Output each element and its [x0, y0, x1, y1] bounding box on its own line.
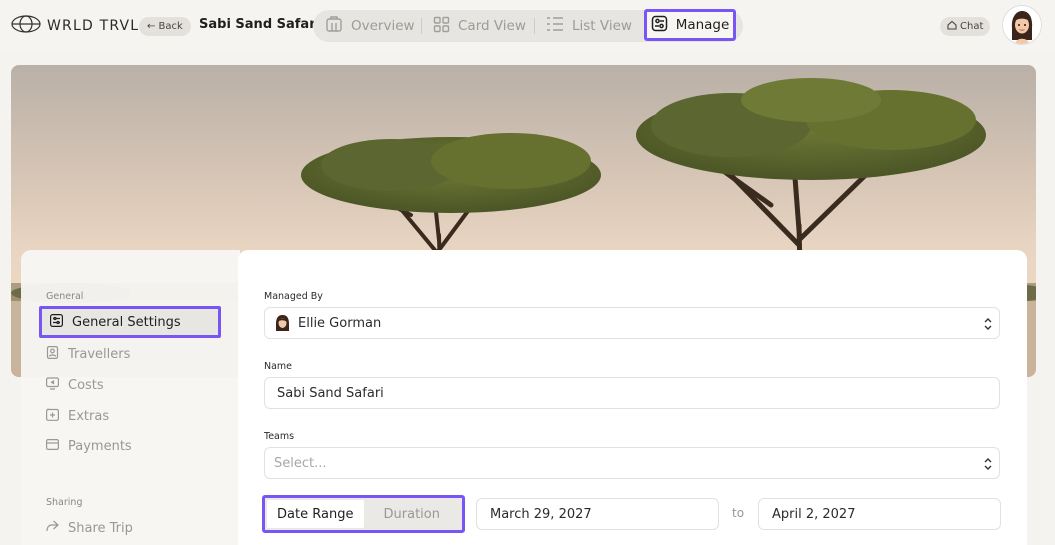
end-date-input[interactable]: April 2, 2027 [758, 498, 1001, 530]
sidebar-item-label: Share Trip [68, 520, 133, 536]
plus-box-icon [46, 408, 60, 425]
chevron-up-down-icon [983, 457, 993, 475]
sidebar-item-general-settings[interactable]: General Settings [39, 306, 221, 338]
building-icon [325, 15, 343, 37]
managed-by-select[interactable]: Ellie Gorman [264, 307, 1000, 339]
tab-card-view[interactable]: Card View [433, 10, 526, 42]
managed-by-value: Ellie Gorman [298, 315, 382, 331]
tab-card-view-label: Card View [458, 18, 526, 34]
sidebar-item-label: Costs [68, 378, 104, 393]
start-date-input[interactable]: March 29, 2027 [476, 498, 719, 530]
credit-card-icon [46, 439, 60, 454]
chevron-up-down-icon [983, 317, 993, 335]
end-date-value: April 2, 2027 [772, 506, 856, 522]
sidebar-item-label: Payments [68, 439, 132, 454]
sidebar-item-label: Travellers [68, 347, 131, 362]
top-bar: WRLD TRVL ← Back Sabi Sand Safari Overvi… [0, 0, 1055, 54]
sidebar-item-label: General Settings [72, 314, 181, 330]
logo[interactable]: WRLD TRVL [11, 15, 139, 37]
teams-select[interactable]: Select... [264, 447, 1000, 479]
sidebar-section-general: General [46, 291, 84, 302]
name-label: Name [264, 361, 293, 372]
date-range-option[interactable]: Date Range [267, 500, 364, 528]
nav-divider [421, 18, 422, 34]
home-chat-icon [947, 20, 957, 33]
name-value: Sabi Sand Safari [277, 385, 384, 401]
chat-button-label: Chat [960, 21, 984, 32]
trip-title: Sabi Sand Safari [199, 17, 321, 32]
general-settings-form: Managed By Ellie Gorman Name Sabi Sand S… [238, 250, 1027, 545]
back-button[interactable]: ← Back [139, 17, 191, 36]
user-avatar[interactable] [1003, 6, 1041, 44]
tab-overview[interactable]: Overview [325, 10, 415, 42]
duration-option[interactable]: Duration [364, 500, 461, 528]
teams-label: Teams [264, 431, 295, 442]
monitor-icon [46, 377, 60, 394]
sidebar-section-sharing: Sharing [46, 497, 83, 508]
list-icon [546, 16, 564, 36]
date-separator: to [732, 506, 745, 520]
settings-sidebar: General General Settings Travellers Cost… [21, 250, 240, 545]
tab-list-view-label: List View [572, 18, 632, 34]
start-date-value: March 29, 2027 [490, 506, 592, 522]
tab-overview-label: Overview [351, 18, 415, 34]
globe-icon [11, 15, 41, 37]
managed-by-label: Managed By [264, 291, 323, 302]
manage-icon [651, 15, 668, 36]
sidebar-item-costs[interactable]: Costs [46, 377, 104, 394]
tab-list-view[interactable]: List View [546, 10, 632, 42]
view-nav: Overview Card View List View Manage [313, 9, 743, 42]
sidebar-item-travellers[interactable]: Travellers [46, 346, 130, 363]
person-badge-icon [46, 346, 59, 363]
date-mode-toggle: Date Range Duration [262, 495, 465, 533]
nav-divider [534, 18, 535, 34]
tab-manage-label: Manage [675, 17, 730, 33]
sliders-icon [50, 313, 64, 331]
teams-placeholder: Select... [274, 455, 327, 471]
name-input[interactable]: Sabi Sand Safari [264, 377, 1000, 409]
sidebar-item-label: Extras [68, 409, 110, 424]
sidebar-item-share-trip[interactable]: Share Trip [46, 520, 133, 536]
sidebar-item-extras[interactable]: Extras [46, 408, 109, 425]
sidebar-item-payments[interactable]: Payments [46, 439, 132, 454]
logo-text: WRLD TRVL [47, 18, 140, 34]
share-arrow-icon [46, 520, 59, 536]
chat-button[interactable]: Chat [940, 17, 991, 36]
manager-avatar [275, 314, 290, 332]
grid-icon [433, 16, 450, 37]
tab-manage[interactable]: Manage [644, 9, 736, 41]
